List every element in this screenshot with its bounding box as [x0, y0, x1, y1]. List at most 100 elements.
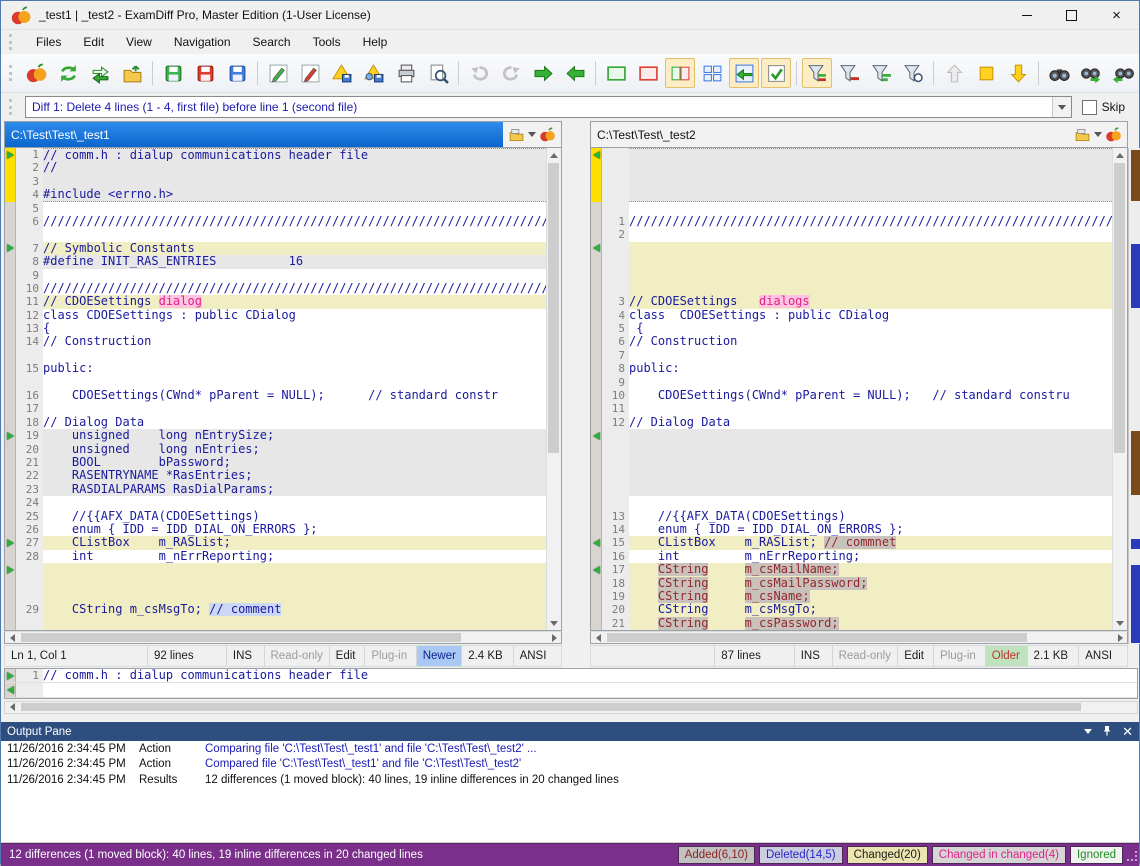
scroll-left-button[interactable] [5, 634, 19, 642]
swap-panes-button[interactable] [85, 58, 115, 88]
menu-grip[interactable] [9, 34, 17, 50]
next-diff-button[interactable] [1003, 58, 1033, 88]
second-file-code-line[interactable] [591, 429, 1112, 442]
output-menu-icon[interactable] [1084, 729, 1092, 734]
go-forward-button[interactable] [528, 58, 558, 88]
second-file-code-line-6[interactable]: 6// Construction [591, 335, 1112, 348]
print-button[interactable] [391, 58, 421, 88]
second-file-code-line-10[interactable]: 10 CDOESettings(CWnd* pParent = NULL); /… [591, 389, 1112, 402]
diff-arrow-icon[interactable] [7, 244, 14, 252]
second-file-code-line-2[interactable]: 2 [591, 228, 1112, 241]
open-file-dropdown-icon[interactable] [1094, 132, 1102, 137]
show-options-button[interactable] [761, 58, 791, 88]
save-first-file-button[interactable] [158, 58, 188, 88]
second-file-code-line-5[interactable]: 5 { [591, 322, 1112, 335]
diff-arrow-icon[interactable] [593, 244, 600, 252]
second-file-code-line[interactable] [591, 496, 1112, 509]
second-file-horizontal-scrollbar[interactable] [590, 631, 1128, 644]
first-file-header[interactable]: C:\Test\Test\_test1 [4, 121, 562, 148]
second-file-code-line-8[interactable]: 8public: [591, 362, 1112, 375]
scroll-up-button[interactable] [547, 148, 560, 162]
first-file-code-line-5[interactable]: 5 [5, 202, 546, 215]
first-file-code-line-3[interactable]: 3 [5, 175, 546, 188]
show-deleted-filter-button[interactable] [834, 58, 864, 88]
second-file-code-line[interactable] [591, 148, 1112, 161]
first-file-code-line-1[interactable]: 1// comm.h : dialup communications heade… [5, 148, 546, 161]
scroll-down-button[interactable] [547, 616, 560, 630]
previous-diff-button[interactable] [939, 58, 969, 88]
scrollbar-thumb[interactable] [1114, 163, 1125, 453]
diff-arrow-icon[interactable] [593, 151, 600, 159]
first-file-vertical-scrollbar[interactable] [546, 148, 561, 630]
second-file-code-line[interactable] [591, 456, 1112, 469]
first-file-code-line-22[interactable]: 22 RASENTRYNAME *RasEntries; [5, 469, 546, 482]
go-back-button[interactable] [560, 58, 590, 88]
diffmap-changed-mark[interactable] [1131, 539, 1140, 549]
second-file-code-line-11[interactable]: 11 [591, 402, 1112, 415]
first-file-code-line[interactable] [5, 228, 546, 241]
first-file-code-line-10[interactable]: 10//////////////////////////////////////… [5, 282, 546, 295]
second-file-code-line-19[interactable]: 19 CString m_csName; [591, 590, 1112, 603]
first-file-code-line-13[interactable]: 13{ [5, 322, 546, 335]
diff-arrow-icon[interactable] [593, 539, 600, 547]
second-file-code-line[interactable] [591, 469, 1112, 482]
diff-arrow-icon[interactable] [7, 539, 14, 547]
first-file-code-line-4[interactable]: 4#include <errno.h> [5, 188, 546, 201]
scrollbar-thumb[interactable] [21, 633, 461, 642]
diff-arrow-icon[interactable] [7, 566, 14, 574]
refresh-compare-button[interactable] [53, 58, 83, 88]
menu-item-help[interactable]: Help [352, 30, 399, 54]
readonly-toggle[interactable]: Read-only [833, 646, 899, 666]
second-file-code-line[interactable] [591, 175, 1112, 188]
merge-save-first-button[interactable] [327, 58, 357, 88]
second-file-code-line-9[interactable]: 9 [591, 376, 1112, 389]
diff-arrow-icon[interactable] [593, 432, 600, 440]
pane-splitter[interactable] [562, 121, 590, 644]
inspector-horizontal-scrollbar[interactable] [4, 701, 1138, 714]
second-file-code-line-21[interactable]: 21 CString m_csPassword; [591, 617, 1112, 630]
save-both-files-button[interactable] [222, 58, 252, 88]
first-file-code-line-27[interactable]: 27 CListBox m_RASList; [5, 536, 546, 549]
scroll-up-button[interactable] [1113, 148, 1126, 162]
first-file-code-line-11[interactable]: 11// CDOESettings dialog [5, 295, 546, 308]
find-prev-button[interactable] [1108, 58, 1138, 88]
second-file-code-line-13[interactable]: 13 //{{AFX_DATA(CDOESettings) [591, 510, 1112, 523]
second-file-code-line-17[interactable]: 17 CString m_csMailName; [591, 563, 1112, 576]
show-first-pane-button[interactable] [601, 58, 631, 88]
first-file-code-line[interactable] [5, 590, 546, 603]
second-file-code-line[interactable] [591, 242, 1112, 255]
first-file-editor[interactable]: 1// comm.h : dialup communications heade… [4, 148, 562, 631]
find-button[interactable] [1044, 58, 1074, 88]
scroll-left-button[interactable] [591, 634, 605, 642]
scroll-down-button[interactable] [1113, 616, 1126, 630]
first-file-code-line-24[interactable]: 24 [5, 496, 546, 509]
diffnav-grip[interactable] [9, 99, 17, 115]
open-file-dropdown-icon[interactable] [528, 132, 536, 137]
first-file-code-line-18[interactable]: 18// Dialog Data [5, 416, 546, 429]
first-file-code-line-14[interactable]: 14// Construction [5, 335, 546, 348]
first-file-code-line-7[interactable]: 7// Symbolic Constants [5, 242, 546, 255]
second-file-code-line-7[interactable]: 7 [591, 349, 1112, 362]
second-file-editor[interactable]: 1///////////////////////////////////////… [590, 148, 1128, 631]
menu-item-search[interactable]: Search [242, 30, 302, 54]
skip-checkbox-group[interactable]: Skip [1082, 100, 1125, 115]
compare-icon[interactable] [539, 127, 556, 143]
diff-selector-combobox[interactable]: Diff 1: Delete 4 lines (1 - 4, first fil… [25, 96, 1072, 118]
diff-arrow-icon[interactable] [7, 151, 14, 159]
readonly-toggle[interactable]: Read-only [265, 646, 330, 666]
edit-first-file-button[interactable] [263, 58, 293, 88]
menu-item-files[interactable]: Files [25, 30, 72, 54]
scrollbar-thumb[interactable] [548, 163, 559, 453]
diff-arrow-icon[interactable] [593, 566, 600, 574]
menu-item-view[interactable]: View [115, 30, 163, 54]
second-file-code-line-20[interactable]: 20 CString m_csMsgTo; [591, 603, 1112, 616]
save-second-file-button[interactable] [190, 58, 220, 88]
find-next-button[interactable] [1076, 58, 1106, 88]
second-file-code-line[interactable] [591, 282, 1112, 295]
second-file-code-line-3[interactable]: 3// CDOESettings dialogs [591, 295, 1112, 308]
first-file-code-line-29[interactable]: 29 CString m_csMsgTo; // comment [5, 603, 546, 616]
merge-save-second-button[interactable] [359, 58, 389, 88]
compare-icon[interactable] [1105, 127, 1122, 143]
open-file-icon[interactable] [508, 127, 525, 143]
second-file-vertical-scrollbar[interactable] [1112, 148, 1127, 630]
